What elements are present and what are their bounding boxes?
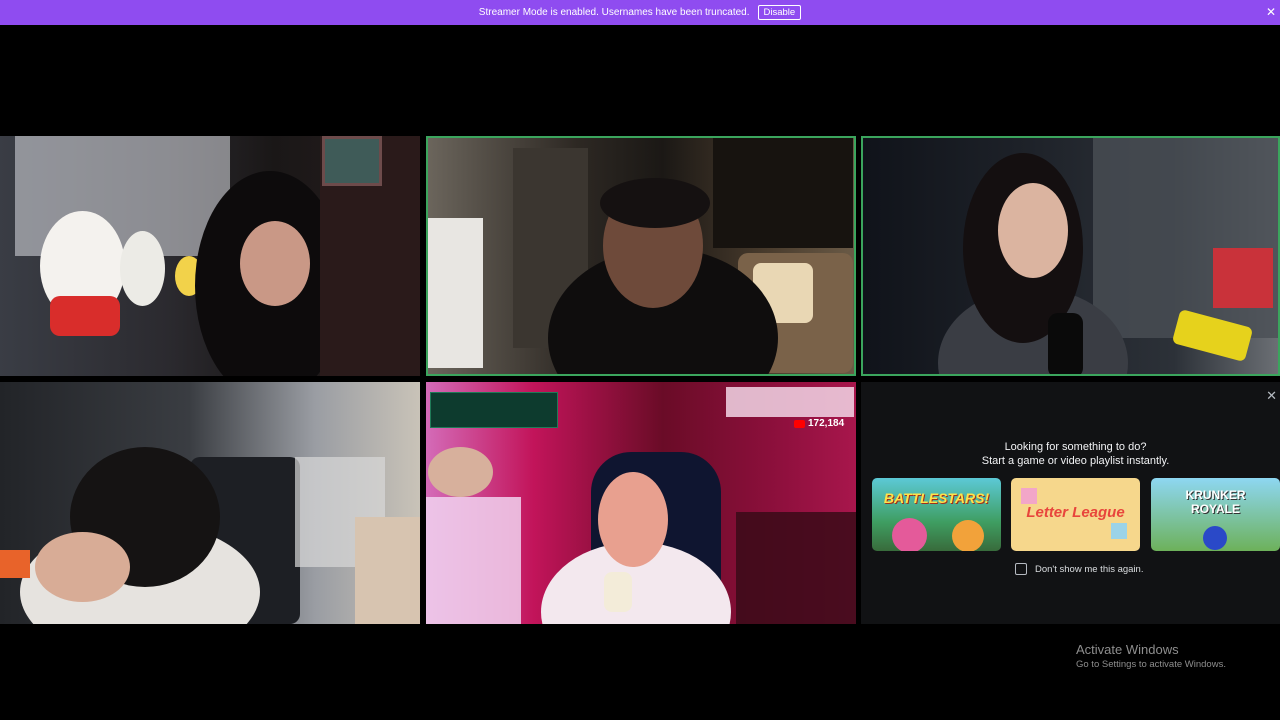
letter-tile (1021, 488, 1037, 504)
video-tile-participant-1[interactable] (0, 136, 420, 376)
microphone (1048, 313, 1083, 374)
microphone (604, 572, 632, 612)
video-tile-participant-2[interactable] (426, 136, 856, 376)
cardboard-box (355, 517, 420, 624)
letter-league-logo: Letter League (1026, 504, 1125, 521)
person-face (598, 472, 668, 567)
video-tile-participant-5[interactable]: 172,184 (426, 382, 856, 624)
woven-hat (428, 447, 493, 497)
watermark-title: Activate Windows (1076, 642, 1179, 657)
orange-object (0, 550, 30, 578)
person-hands (35, 532, 130, 602)
activity-card-letter-league[interactable]: Letter League (1011, 478, 1140, 551)
wall-frame (322, 136, 382, 186)
stream-overlay-panel (430, 392, 558, 428)
activity-card-battlestars[interactable]: BATTLESTARS! (872, 478, 1001, 551)
stream-chat-overlay (736, 512, 856, 624)
dont-show-again-label: Don't show me this again. (1035, 563, 1144, 575)
plush-red-dress (50, 296, 120, 336)
plush-bunny-small (120, 231, 165, 306)
close-banner-icon[interactable]: ✕ (1266, 5, 1276, 19)
checkbox-box[interactable] (1015, 563, 1027, 575)
tv-screen (713, 138, 853, 248)
activity-title-line-2: Start a game or video playlist instantly… (981, 455, 1170, 467)
activity-panel-title: Looking for something to do? Start a gam… (861, 440, 1280, 468)
battlestars-character-2 (952, 520, 984, 551)
activity-title-line-1: Looking for something to do? (1004, 441, 1147, 453)
person-hair (600, 178, 710, 228)
dont-show-again-checkbox[interactable]: Don't show me this again. (1015, 563, 1143, 575)
viewer-count-value: 172,184 (808, 418, 845, 429)
person-face (998, 183, 1068, 278)
cabinet-bottles (1213, 248, 1273, 308)
activity-card-krunker-royale[interactable]: KRUNKER ROYALE (1151, 478, 1280, 551)
close-activity-panel-icon[interactable]: ✕ (1266, 388, 1277, 404)
activate-windows-watermark: Activate Windows Go to Settings to activ… (1076, 642, 1226, 670)
video-tile-participant-3[interactable] (861, 136, 1280, 376)
stream-goal-panel (726, 387, 854, 417)
battlestars-character (892, 518, 927, 551)
youtube-viewer-count: 172,184 (794, 418, 844, 429)
battlestars-logo: BATTLESTARS! (883, 490, 990, 506)
glass-cabinet (1093, 138, 1278, 338)
letter-tile-2 (1111, 523, 1127, 539)
person-face (240, 221, 310, 306)
youtube-icon (794, 419, 805, 428)
streamer-mode-banner: Streamer Mode is enabled. Usernames have… (0, 0, 1280, 25)
krunker-royale-logo: KRUNKER ROYALE (1185, 488, 1246, 516)
krunker-character (1203, 526, 1227, 550)
activity-suggestions-panel: ✕ Looking for something to do? Start a g… (861, 382, 1280, 624)
streamer-mode-message: Streamer Mode is enabled. Usernames have… (478, 7, 750, 18)
watermark-subtitle: Go to Settings to activate Windows. (1076, 659, 1226, 670)
disable-streamer-mode-button[interactable]: Disable (757, 5, 802, 20)
pc-case-lit (426, 497, 521, 624)
pc-case (428, 218, 483, 368)
video-tile-participant-4[interactable] (0, 382, 420, 624)
